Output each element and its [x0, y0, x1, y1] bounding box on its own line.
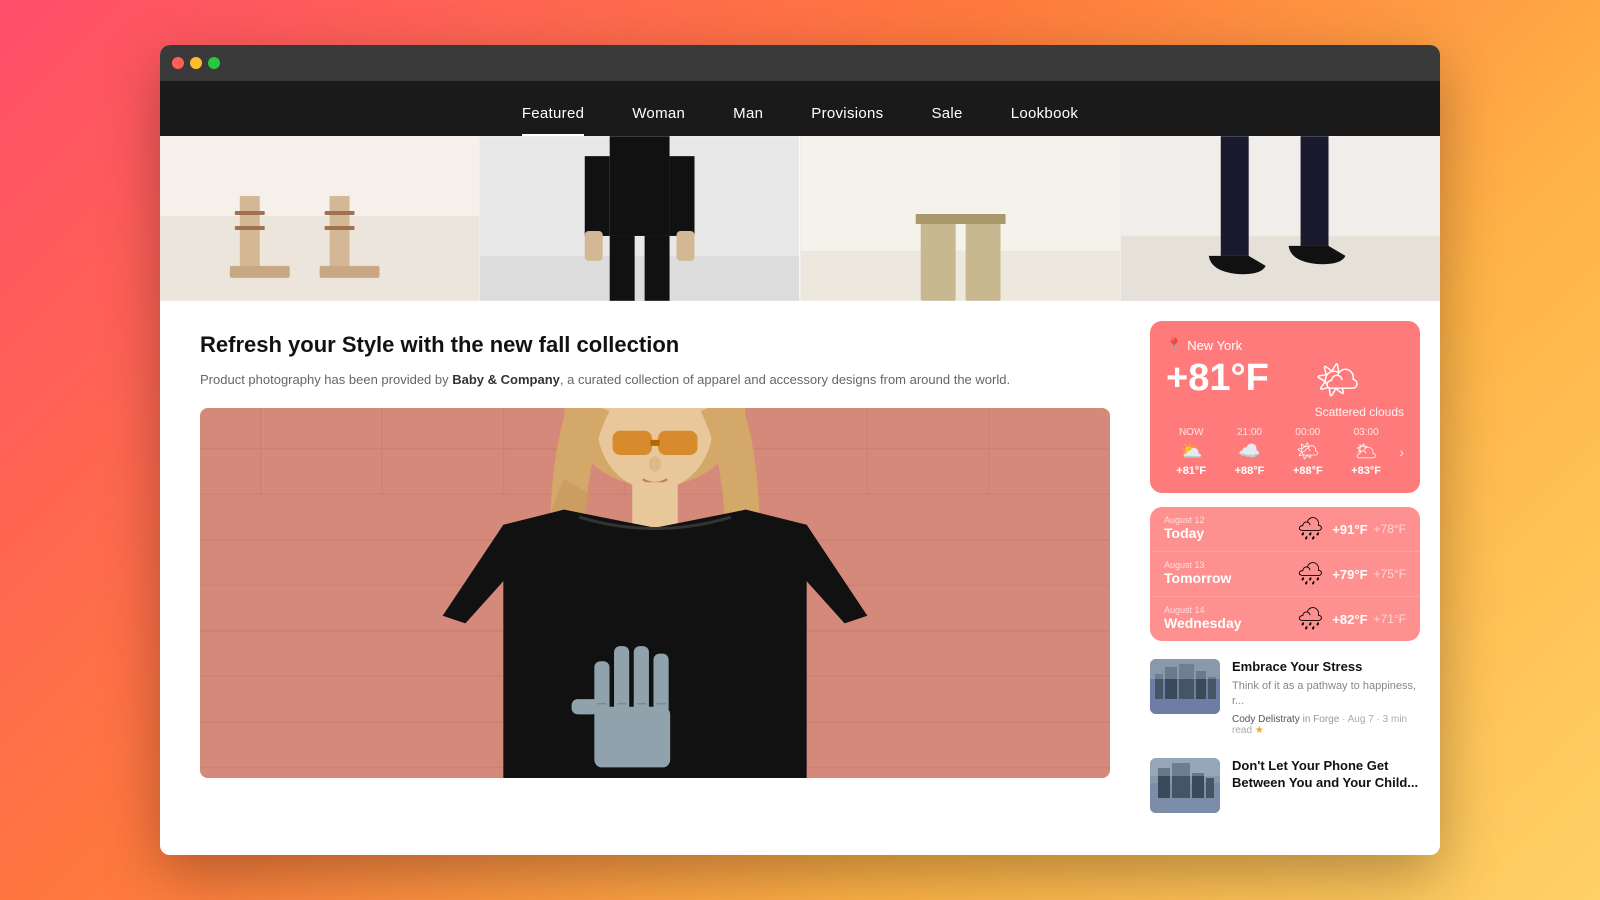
hour-time-3: 03:00 [1354, 427, 1379, 438]
hour-temp-2: +88°F [1293, 465, 1323, 477]
hour-temp-0: +81°F [1176, 465, 1206, 477]
right-panel: 📍 New York +81°F 🌤 Scattered clouds NOW [1150, 301, 1440, 855]
hour-time-0: NOW [1179, 427, 1203, 438]
nav-item-featured[interactable]: Featured [522, 105, 584, 136]
hero-image-3 [801, 136, 1121, 301]
forecast-icon-1: 🌧 [1296, 561, 1324, 587]
blog-date-text-0: Aug 7 [1348, 714, 1374, 725]
hero-image-2 [480, 136, 800, 301]
forecast-row-0: August 12 Today 🌧 +91°F +78°F [1150, 507, 1420, 552]
browser-chrome [160, 45, 1440, 81]
hour-icon-1: ☁️ [1238, 441, 1260, 462]
weather-hourly: NOW ⛅ +81°F 21:00 ☁️ +88°F 00:00 🌤 +88°F [1166, 427, 1404, 477]
forecast-day-2: Wednesday [1164, 615, 1242, 631]
forecast-row-2: August 14 Wednesday 🌧 +82°F +71°F [1150, 597, 1420, 641]
hero-image-1 [160, 136, 480, 301]
featured-image [200, 408, 1110, 778]
forecast-icon-0: 🌧 [1296, 516, 1324, 542]
hero-image-4 [1121, 136, 1440, 301]
forecast-date-1: August 13 Tomorrow [1164, 560, 1288, 588]
nav-item-sale[interactable]: Sale [931, 105, 962, 136]
weather-widget: 📍 New York +81°F 🌤 Scattered clouds NOW [1150, 321, 1420, 493]
weather-main-row: +81°F 🌤 Scattered clouds [1166, 359, 1404, 419]
forecast-low-0: +78°F [1374, 522, 1406, 536]
weather-hour-1: 21:00 ☁️ +88°F [1224, 427, 1274, 477]
blog-excerpt-0: Think of it as a pathway to happiness, r… [1232, 679, 1420, 710]
forecast-date-label-2: August 14 [1164, 605, 1288, 615]
page-title: Refresh your Style with the new fall col… [200, 331, 1110, 360]
nav-item-lookbook[interactable]: Lookbook [1011, 105, 1078, 136]
blog-star-0: ★ [1255, 725, 1264, 736]
weather-hour-3: 03:00 🌥 +83°F [1341, 427, 1391, 477]
maximize-dot[interactable] [208, 57, 220, 69]
blog-title-1[interactable]: Don't Let Your Phone Get Between You and… [1232, 758, 1420, 792]
forecast-icon-2: 🌧 [1296, 606, 1324, 632]
weather-temperature: +81°F [1166, 359, 1269, 397]
close-dot[interactable] [172, 57, 184, 69]
weather-chevron-icon[interactable]: › [1399, 444, 1404, 460]
weather-hour-2: 00:00 🌤 +88°F [1283, 427, 1333, 477]
forecast-day-1: Tomorrow [1164, 570, 1231, 586]
city-name: New York [1187, 338, 1242, 353]
nav-bar: Featured Woman Man Provisions Sale Lookb… [160, 81, 1440, 136]
forecast-temps-1: +79°F +75°F [1332, 567, 1406, 582]
blog-title-0[interactable]: Embrace Your Stress [1232, 659, 1420, 676]
blog-card-1: Don't Let Your Phone Get Between You and… [1150, 754, 1420, 817]
weather-hour-0: NOW ⛅ +81°F [1166, 427, 1216, 477]
forecast-date-0: August 12 Today [1164, 515, 1288, 543]
forecast-low-2: +71°F [1374, 612, 1406, 626]
browser-window: Featured Woman Man Provisions Sale Lookb… [160, 45, 1440, 855]
weather-forecast: August 12 Today 🌧 +91°F +78°F August 13 … [1150, 507, 1420, 641]
hour-temp-1: +88°F [1235, 465, 1265, 477]
forecast-date-label-1: August 13 [1164, 560, 1288, 570]
forecast-date-label-0: August 12 [1164, 515, 1288, 525]
forecast-day-0: Today [1164, 525, 1204, 541]
hour-icon-0: ⛅ [1180, 441, 1202, 462]
blog-source-0: in Forge [1303, 714, 1340, 725]
weather-main-icon: 🌤 [1315, 359, 1404, 401]
forecast-high-1: +79°F [1332, 567, 1367, 582]
main-content: Refresh your Style with the new fall col… [160, 301, 1440, 855]
blog-thumb-0 [1150, 659, 1220, 714]
forecast-high-0: +91°F [1332, 522, 1367, 537]
nav-item-woman[interactable]: Woman [632, 105, 685, 136]
hour-icon-3: 🌥 [1355, 441, 1378, 462]
section-subtitle: Product photography has been provided by… [200, 370, 1110, 391]
blog-thumb-1 [1150, 758, 1220, 813]
blog-info-1: Don't Let Your Phone Get Between You and… [1232, 758, 1420, 795]
brand-name: Baby & Company [452, 372, 560, 387]
blog-card-0: Embrace Your Stress Think of it as a pat… [1150, 655, 1420, 740]
nav-item-provisions[interactable]: Provisions [811, 105, 883, 136]
hero-strip [160, 136, 1440, 301]
hour-temp-3: +83°F [1351, 465, 1381, 477]
minimize-dot[interactable] [190, 57, 202, 69]
blog-info-0: Embrace Your Stress Think of it as a pat… [1232, 659, 1420, 736]
hour-icon-2: 🌤 [1296, 441, 1319, 462]
weather-location: 📍 New York [1166, 337, 1404, 353]
blog-thumb-image-1 [1150, 758, 1220, 813]
left-panel: Refresh your Style with the new fall col… [160, 301, 1150, 855]
forecast-date-2: August 14 Wednesday [1164, 605, 1288, 633]
forecast-temps-2: +82°F +71°F [1332, 612, 1406, 627]
nav-item-man[interactable]: Man [733, 105, 763, 136]
forecast-temps-0: +91°F +78°F [1332, 522, 1406, 537]
blog-author-0: Cody Delistraty [1232, 714, 1300, 725]
forecast-row-1: August 13 Tomorrow 🌧 +79°F +75°F [1150, 552, 1420, 597]
hour-time-1: 21:00 [1237, 427, 1262, 438]
weather-description: Scattered clouds [1315, 405, 1404, 419]
blog-meta-0: Cody Delistraty in Forge · Aug 7 · 3 min… [1232, 714, 1420, 736]
hour-time-2: 00:00 [1295, 427, 1320, 438]
blog-thumb-image-0 [1150, 659, 1220, 714]
forecast-low-1: +75°F [1374, 567, 1406, 581]
location-pin-icon: 📍 [1166, 337, 1182, 353]
forecast-high-2: +82°F [1332, 612, 1367, 627]
